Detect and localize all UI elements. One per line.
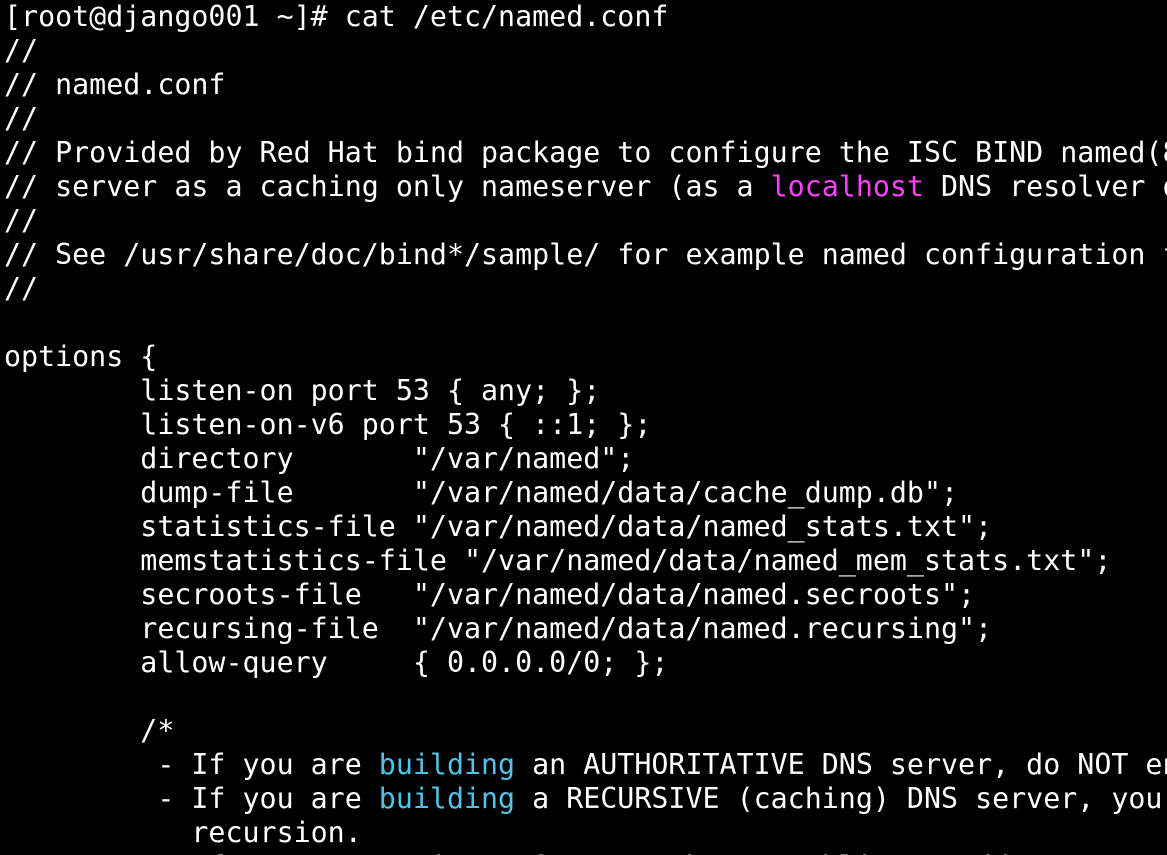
highlighted-text: localhost [770,170,924,203]
highlighted-text: building [378,782,516,815]
highlighted-text: building [378,748,516,781]
output-line: // [4,34,1167,68]
output-line: options { [4,340,1167,374]
line-text: options { [4,340,158,373]
line-text: an AUTHORITATIVE DNS server, do NOT enab… [532,748,1167,781]
output-line: // [4,204,1167,238]
line-text: memstatistics-file "/var/named/data/name… [4,544,1112,577]
line-text: recursing-file "/var/named/data/named.re… [4,612,993,645]
line-text: [root@django001 ~]# cat /etc/named.conf [4,0,669,33]
line-text: DNS resolver only). [941,170,1167,203]
terminal-window[interactable]: [root@django001 ~]# cat /etc/named.conf /… [0,0,1167,855]
output-line: dump-file "/var/named/data/cache_dump.db… [4,476,1167,510]
line-text: // [4,204,39,237]
output-line: listen-on port 53 { any; }; [4,374,1167,408]
line-text: // See /usr/share/doc/bind*/sample/ for … [4,238,1167,271]
line-text: - If you are [4,782,379,815]
output-line: directory "/var/named"; [4,442,1167,476]
output-line: - If your recursive DNS server has a pub… [4,850,1167,855]
shell-prompt-line: [root@django001 ~]# cat /etc/named.conf [4,0,1167,34]
output-line: - If you are building an AUTHORITATIVE D… [4,748,1167,782]
line-text: - If your recursive DNS server has a pub… [4,850,1167,855]
line-text: allow-query { 0.0.0.0/0; }; [4,646,669,679]
output-line: recursion. [4,816,1167,850]
line-text: statistics-file "/var/named/data/named_s… [4,510,993,543]
line-text: // named.conf [4,68,226,101]
line-text: secroots-file "/var/named/data/named.sec… [4,578,976,611]
line-text: // [4,272,39,305]
line-text: - If you are [4,748,379,781]
output-line: statistics-file "/var/named/data/named_s… [4,510,1167,544]
output-line: allow-query { 0.0.0.0/0; }; [4,646,1167,680]
line-text: a RECURSIVE (caching) DNS server, you ne… [532,782,1163,815]
line-text: listen-on-v6 port 53 { ::1; }; [4,408,652,441]
output-line: - If you are building a RECURSIVE (cachi… [4,782,1167,816]
line-text: listen-on port 53 { any; }; [4,374,601,407]
output-line: secroots-file "/var/named/data/named.sec… [4,578,1167,612]
line-text: // [4,102,39,135]
output-line: // named.conf [4,68,1167,102]
output-line: /* [4,714,1167,748]
output-line: // [4,272,1167,306]
line-text: // server as a caching only nameserver (… [4,170,771,203]
output-line: // [4,102,1167,136]
output-line: recursing-file "/var/named/data/named.re… [4,612,1167,646]
output-line: memstatistics-file "/var/named/data/name… [4,544,1167,578]
line-text: // [4,34,39,67]
line-text: directory "/var/named"; [4,442,635,475]
line-text: dump-file "/var/named/data/cache_dump.db… [4,476,959,509]
line-text: // Provided by Red Hat bind package to c… [4,136,1167,169]
output-line: // See /usr/share/doc/bind*/sample/ for … [4,238,1167,272]
line-text: /* [4,714,175,747]
line-text: recursion. [4,816,362,849]
output-line: // server as a caching only nameserver (… [4,170,1167,204]
output-line: // Provided by Red Hat bind package to c… [4,136,1167,170]
output-line: listen-on-v6 port 53 { ::1; }; [4,408,1167,442]
